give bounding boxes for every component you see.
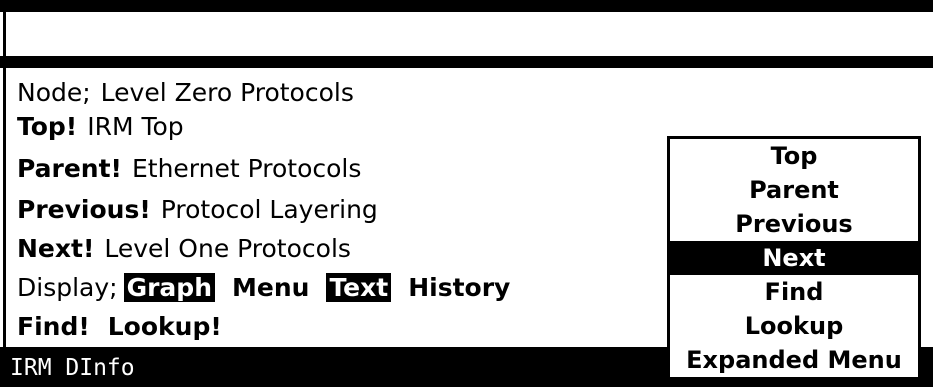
menu-item-expanded-menu[interactable]: Expanded Menu	[670, 343, 918, 377]
next-link[interactable]: Next!	[17, 234, 94, 263]
display-option-history[interactable]: History	[405, 273, 513, 302]
title-region[interactable]	[3, 12, 933, 56]
window-divider	[0, 56, 933, 68]
previous-link-line[interactable]: Previous! Protocol Layering	[17, 193, 378, 227]
next-link-value: Level One Protocols	[104, 234, 351, 263]
node-label: Node;	[17, 78, 91, 107]
top-border	[0, 0, 933, 12]
parent-link-value: Ethernet Protocols	[131, 154, 362, 183]
top-link[interactable]: Top!	[17, 112, 77, 141]
menu-item-previous[interactable]: Previous	[670, 207, 918, 241]
parent-link-line[interactable]: Parent! Ethernet Protocols	[17, 152, 361, 186]
menu-item-lookup[interactable]: Lookup	[670, 309, 918, 343]
node-line: Node; Level Zero Protocols	[17, 76, 354, 110]
parent-link[interactable]: Parent!	[17, 154, 122, 183]
node-value: Level Zero Protocols	[100, 78, 354, 107]
previous-link-value: Protocol Layering	[160, 195, 378, 224]
display-label: Display;	[17, 273, 118, 302]
find-command[interactable]: Find!	[17, 312, 90, 341]
previous-link[interactable]: Previous!	[17, 195, 151, 224]
top-link-value: IRM Top	[87, 112, 184, 141]
display-option-menu[interactable]: Menu	[229, 273, 312, 302]
lookup-command[interactable]: Lookup!	[108, 312, 222, 341]
status-text: IRM DInfo	[10, 355, 135, 381]
display-option-text[interactable]: Text	[326, 273, 392, 302]
menu-item-next[interactable]: Next	[670, 241, 918, 275]
menu-item-top[interactable]: Top	[670, 139, 918, 173]
command-line: Find! Lookup!	[17, 310, 240, 344]
navigation-popup-menu: Top Parent Previous Next Find Lookup Exp…	[667, 136, 921, 380]
top-link-line[interactable]: Top! IRM Top	[17, 110, 184, 144]
display-option-graph[interactable]: Graph	[123, 273, 215, 302]
next-link-line[interactable]: Next! Level One Protocols	[17, 232, 351, 266]
display-line: Display; Graph Menu Text History	[17, 271, 513, 305]
menu-item-find[interactable]: Find	[670, 275, 918, 309]
menu-item-parent[interactable]: Parent	[670, 173, 918, 207]
